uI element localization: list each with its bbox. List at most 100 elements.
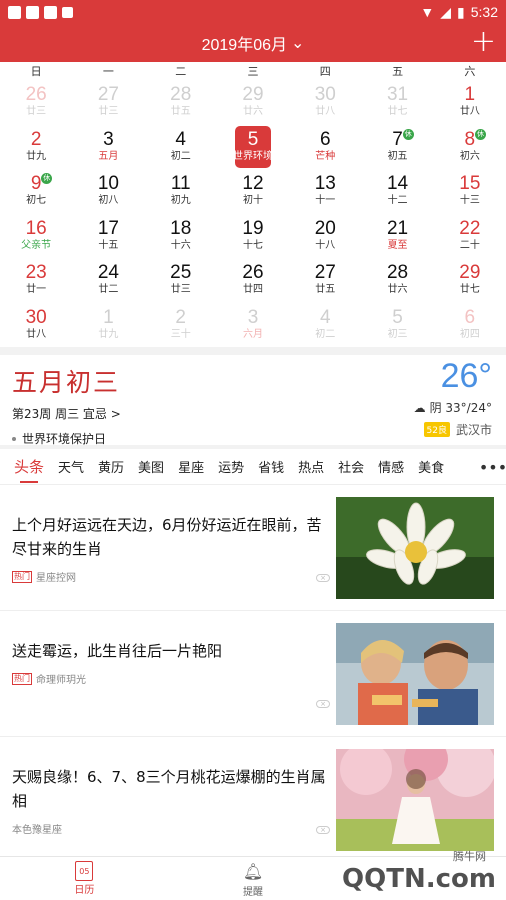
lunar-label: 二十 bbox=[459, 239, 480, 251]
tab-9[interactable]: 情感 bbox=[378, 457, 404, 476]
temperature[interactable]: 26° bbox=[441, 357, 492, 396]
news-item[interactable]: 天赐良缘！6、7、8三个月桃花运爆棚的生肖属相 本色豫星座 × bbox=[0, 737, 506, 863]
lunar-label: 廿七 bbox=[459, 284, 480, 295]
calendar-day[interactable]: 26 廿三 bbox=[0, 80, 72, 125]
calendar-day[interactable]: 1 廿九 bbox=[72, 303, 144, 348]
battery-icon: ▮ bbox=[457, 3, 465, 20]
tab-0[interactable]: 头条 bbox=[14, 456, 44, 483]
tab-2[interactable]: 黄历 bbox=[98, 457, 124, 476]
calendar-day[interactable]: 15 十三 bbox=[434, 169, 506, 214]
add-button[interactable]: + bbox=[471, 27, 496, 57]
lunar-label: 廿八 bbox=[26, 328, 47, 340]
calendar-day[interactable]: 14 十二 bbox=[361, 169, 433, 214]
calendar-day[interactable]: 21 夏至 bbox=[361, 214, 433, 259]
day-number: 2 bbox=[30, 128, 42, 150]
calendar-day[interactable]: 19 十七 bbox=[217, 214, 289, 259]
tab-1[interactable]: 天气 bbox=[58, 457, 84, 476]
notification-icon bbox=[26, 5, 39, 19]
tab-3[interactable]: 美图 bbox=[138, 457, 164, 476]
lunar-label: 廿三 bbox=[170, 284, 191, 295]
day-number: 8 bbox=[464, 128, 476, 150]
news-thumbnail[interactable] bbox=[336, 623, 494, 725]
calendar-day[interactable]: 23 廿一 bbox=[0, 258, 72, 303]
news-item[interactable]: 上个月好运远在天边，6月份好运近在眼前，苦尽甘来的生肖 热门 星座控网 × bbox=[0, 485, 506, 611]
day-number: 28 bbox=[386, 262, 409, 283]
calendar-icon: 05 bbox=[75, 861, 94, 881]
calendar-day[interactable]: 27 廿五 bbox=[289, 258, 361, 303]
tab-10[interactable]: 美食 bbox=[418, 457, 444, 476]
top-bar: 2019年06月 ⌄ + bbox=[0, 24, 506, 62]
news-headline[interactable]: 送走霉运，此生肖往后一片艳阳 bbox=[12, 639, 326, 663]
calendar-day[interactable]: 27 廿三 bbox=[72, 80, 144, 125]
tab-4[interactable]: 星座 bbox=[178, 457, 204, 476]
news-thumbnail[interactable] bbox=[336, 749, 494, 851]
day-number: 26 bbox=[25, 84, 47, 105]
calendar-day[interactable]: 4 初二 bbox=[289, 303, 361, 348]
day-card[interactable]: 五月初三 第23周 周三 宜忌 > 世界环境保护日 26° ☁ 阴 33°/24… bbox=[0, 355, 506, 447]
calendar-day[interactable]: 25 廿三 bbox=[145, 258, 217, 303]
lunar-label: 十一 bbox=[315, 195, 336, 206]
calendar-day[interactable]: 29 廿六 bbox=[217, 80, 289, 125]
calendar-day[interactable]: 6 初四 bbox=[434, 303, 506, 348]
tab-5[interactable]: 运势 bbox=[218, 457, 244, 476]
calendar-day[interactable]: 6 芒种 bbox=[289, 125, 361, 170]
calendar-day[interactable]: 28 廿五 bbox=[145, 80, 217, 125]
day-number: 30 bbox=[314, 84, 336, 105]
calendar-day[interactable]: 30 廿八 bbox=[289, 80, 361, 125]
tab-8[interactable]: 社会 bbox=[338, 457, 364, 476]
news-headline[interactable]: 天赐良缘！6、7、8三个月桃花运爆棚的生肖属相 bbox=[12, 765, 326, 813]
calendar-day[interactable]: 4 初二 bbox=[145, 125, 217, 170]
calendar-day[interactable]: 3 五月 bbox=[72, 125, 144, 170]
dismiss-icon[interactable]: × bbox=[316, 574, 330, 582]
calendar-day[interactable]: 30 廿八 bbox=[0, 303, 72, 348]
news-thumbnail[interactable] bbox=[336, 497, 494, 599]
calendar-day-today[interactable]: 5 世界环境 bbox=[217, 125, 289, 170]
calendar-day[interactable]: 8 初六 休 bbox=[434, 125, 506, 170]
calendar-day[interactable]: 3 六月 bbox=[217, 303, 289, 348]
calendar-day[interactable]: 17 十五 bbox=[72, 214, 144, 259]
calendar-day[interactable]: 20 十八 bbox=[289, 214, 361, 259]
news-headline[interactable]: 上个月好运远在天边，6月份好运近在眼前，苦尽甘来的生肖 bbox=[12, 513, 326, 561]
tab-6[interactable]: 省钱 bbox=[258, 457, 284, 476]
holiday-line: 世界环境保护日 bbox=[12, 430, 494, 447]
calendar-day[interactable]: 26 廿四 bbox=[217, 258, 289, 303]
lunar-label: 廿九 bbox=[98, 328, 119, 340]
news-text: 天赐良缘！6、7、8三个月桃花运爆棚的生肖属相 本色豫星座 bbox=[12, 749, 336, 862]
calendar-day[interactable]: 28 廿六 bbox=[361, 258, 433, 303]
tab-7[interactable]: 热点 bbox=[298, 457, 324, 476]
calendar-day[interactable]: 2 廿九 bbox=[0, 125, 72, 170]
calendar-day[interactable]: 29 廿七 bbox=[434, 258, 506, 303]
day-number: 25 bbox=[170, 262, 192, 283]
day-number: 1 bbox=[103, 306, 114, 328]
month-selector[interactable]: 2019年06月 ⌄ bbox=[202, 31, 305, 55]
calendar-day[interactable]: 22 二十 bbox=[434, 214, 506, 259]
calendar-day[interactable]: 5 初三 bbox=[361, 303, 433, 348]
calendar-day[interactable]: 24 廿二 bbox=[72, 258, 144, 303]
calendar-day[interactable]: 16 父亲节 bbox=[0, 214, 72, 259]
lunar-label: 六月 bbox=[242, 328, 263, 340]
lunar-label: 廿七 bbox=[387, 106, 408, 117]
calendar-day[interactable]: 1 廿八 bbox=[434, 80, 506, 125]
calendar-day[interactable]: 11 初九 bbox=[145, 169, 217, 214]
calendar-day[interactable]: 10 初八 bbox=[72, 169, 144, 214]
nav-reminder[interactable]: 🔔︎ 提醒 bbox=[169, 857, 338, 900]
day-number: 17 bbox=[97, 217, 119, 239]
calendar-day[interactable]: 2 三十 bbox=[145, 303, 217, 348]
calendar-day[interactable]: 31 廿七 bbox=[361, 80, 433, 125]
dismiss-icon[interactable]: × bbox=[316, 826, 330, 834]
calendar-day[interactable]: 13 十一 bbox=[289, 169, 361, 214]
calendar-day[interactable]: 12 初十 bbox=[217, 169, 289, 214]
dismiss-icon[interactable]: × bbox=[316, 700, 330, 708]
day-number: 9 bbox=[30, 173, 42, 194]
nav-calendar[interactable]: 05 日历 bbox=[0, 857, 169, 900]
news-text: 送走霉运，此生肖往后一片艳阳 热门 命理师玥光 bbox=[12, 623, 336, 736]
calendar-day[interactable]: 9 初七休 bbox=[0, 169, 72, 214]
day-number: 6 bbox=[464, 306, 476, 328]
day-number: 2 bbox=[175, 306, 186, 328]
cloud-icon: ☁ bbox=[413, 400, 426, 415]
day-number: 29 bbox=[242, 84, 264, 105]
calendar-day[interactable]: 7 初五 休 bbox=[361, 125, 433, 170]
more-icon[interactable]: ••• bbox=[479, 449, 506, 484]
calendar-day[interactable]: 18 十六 bbox=[145, 214, 217, 259]
news-item[interactable]: 送走霉运，此生肖往后一片艳阳 热门 命理师玥光 × bbox=[0, 611, 506, 737]
